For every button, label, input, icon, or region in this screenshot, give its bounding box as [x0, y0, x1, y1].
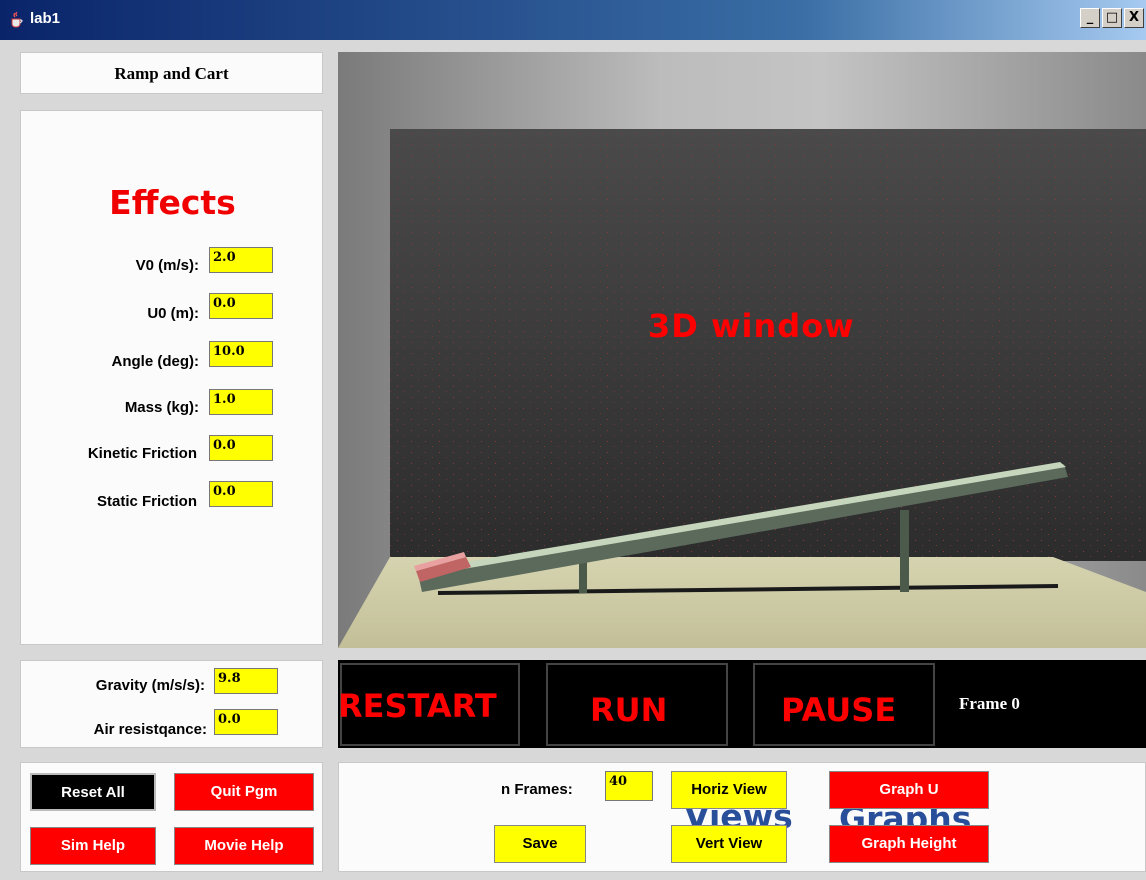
mass-field[interactable]: 1.0 [209, 389, 273, 415]
java-cup-icon [11, 11, 23, 28]
vert-view-button[interactable]: Vert View [671, 825, 787, 863]
static-friction-field[interactable]: 0.0 [209, 481, 273, 507]
graph-u-button[interactable]: Graph U [829, 771, 989, 809]
kinetic-friction-label: Kinetic Friction [87, 445, 197, 462]
nframes-field[interactable]: 40 [605, 771, 653, 801]
effects-heading: Effects [109, 183, 236, 222]
save-button[interactable]: Save [494, 825, 586, 863]
quit-button[interactable]: Quit Pgm [174, 773, 314, 811]
v0-label: V0 (m/s): [135, 257, 199, 274]
movie-help-button[interactable]: Movie Help [174, 827, 314, 865]
frame-counter: Frame 0 [959, 694, 1020, 713]
window-titlebar: lab1 _ □ X [0, 0, 1146, 40]
ramp-support-right [900, 510, 909, 592]
run-label: RUN [590, 691, 668, 729]
kinetic-friction-field[interactable]: 0.0 [209, 435, 273, 461]
gravity-field[interactable]: 9.8 [214, 668, 278, 694]
window-title: lab1 [30, 10, 61, 27]
restart-label: RESTART [338, 687, 497, 725]
pause-label: PAUSE [781, 691, 897, 729]
reset-all-button[interactable]: Reset All [30, 773, 156, 811]
sim-help-button[interactable]: Sim Help [30, 827, 156, 865]
v0-field[interactable]: 2.0 [209, 247, 273, 273]
restart-button[interactable]: RESTART [338, 663, 520, 746]
backdrop-texture [390, 129, 1146, 561]
3d-viewport[interactable]: 3D window [338, 52, 1146, 648]
u0-label: U0 (m): [147, 305, 199, 322]
close-icon[interactable]: X [1124, 8, 1144, 28]
horiz-view-button[interactable]: Horiz View [671, 771, 787, 809]
nframes-label: n Frames: [501, 781, 573, 798]
3d-window-label: 3D window [648, 307, 855, 345]
sim-title: Ramp and Cart [114, 64, 229, 83]
graph-height-button[interactable]: Graph Height [829, 825, 989, 863]
playback-controls: RESTART RUN PAUSE Frame 0 [338, 660, 1146, 748]
u0-field[interactable]: 0.0 [209, 293, 273, 319]
view-graph-panel: Views Graphs n Frames: 40 Save Horiz Vie… [338, 762, 1146, 872]
static-friction-label: Static Friction [96, 493, 197, 510]
maximize-icon[interactable]: □ [1102, 8, 1122, 28]
air-resistance-label: Air resistqance: [93, 721, 207, 738]
app-buttons-panel: Reset All Quit Pgm Sim Help Movie Help [20, 762, 323, 872]
run-button[interactable]: RUN [546, 663, 728, 746]
effects-panel: Effects V0 (m/s): 2.0 U0 (m): 0.0 Angle … [20, 110, 323, 645]
angle-field[interactable]: 10.0 [209, 341, 273, 367]
gravity-label: Gravity (m/s/s): [95, 677, 205, 694]
air-resistance-field[interactable]: 0.0 [214, 709, 278, 735]
environment-panel: Gravity (m/s/s): 9.8 Air resistqance: 0.… [20, 660, 323, 748]
angle-label: Angle (deg): [111, 353, 200, 370]
ramp-support-left [579, 560, 587, 593]
ramp-scene [338, 129, 1146, 648]
sim-title-panel: Ramp and Cart [20, 52, 323, 94]
minimize-icon[interactable]: _ [1080, 8, 1100, 28]
pause-button[interactable]: PAUSE [753, 663, 935, 746]
mass-label: Mass (kg): [124, 399, 199, 416]
